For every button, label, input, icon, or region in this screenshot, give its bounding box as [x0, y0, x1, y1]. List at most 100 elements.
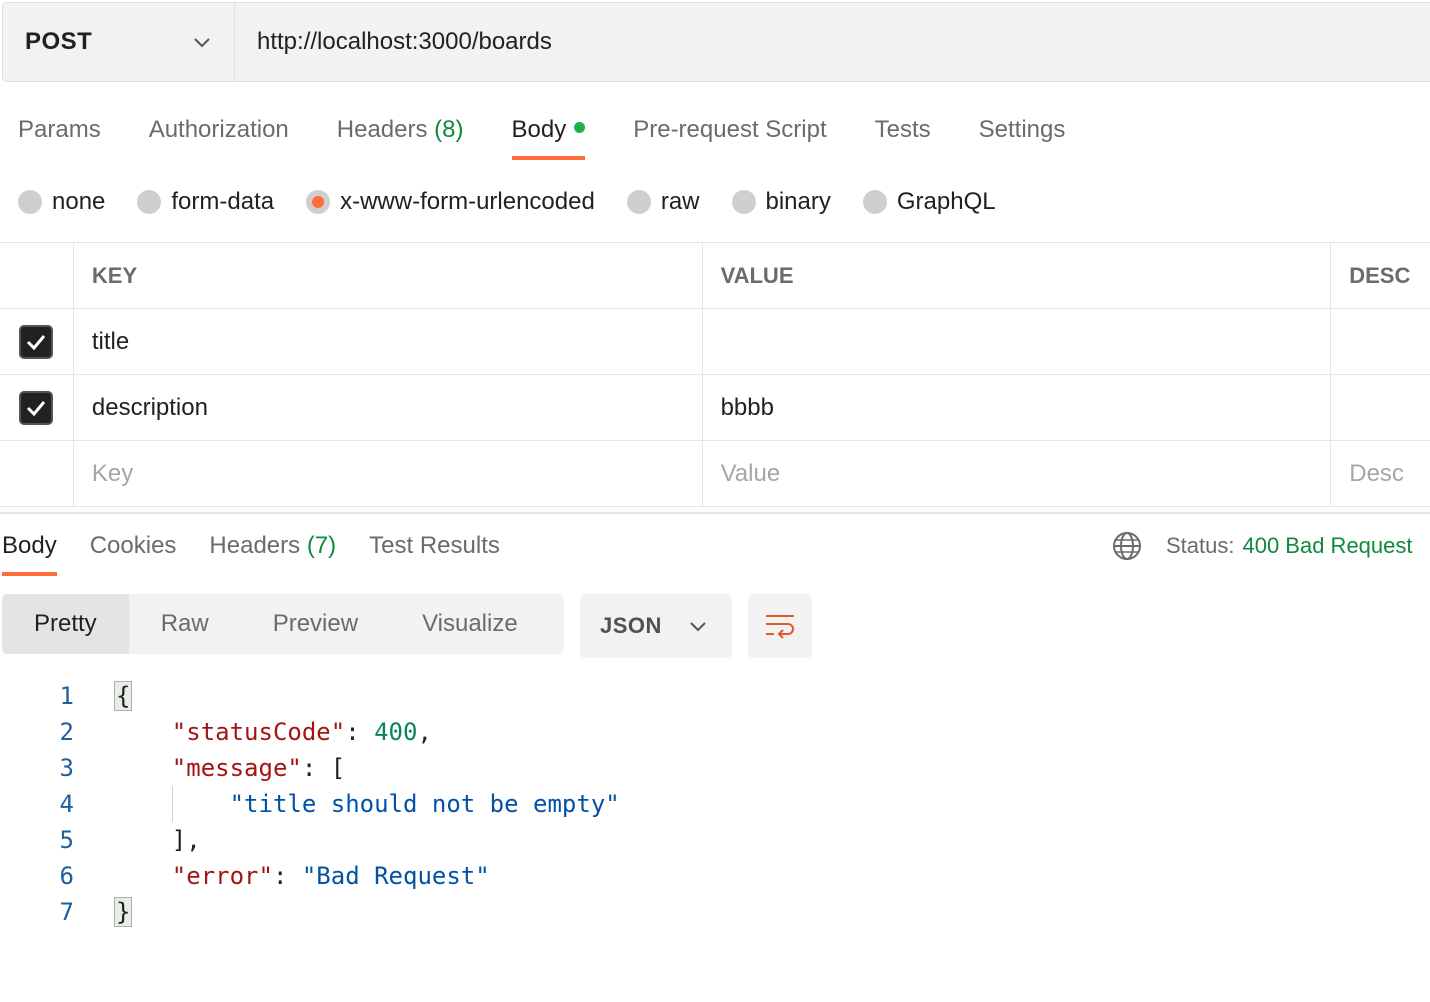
tab-label: Tests	[874, 116, 931, 143]
view-mode-group: Pretty Raw Preview Visualize	[2, 594, 564, 654]
tab-authorization[interactable]: Authorization	[149, 100, 289, 160]
response-code-view[interactable]: 1 { 2 "statusCode": 400, 3 "message": [ …	[0, 678, 620, 930]
line-number: 2	[59, 718, 74, 746]
radio-label: GraphQL	[896, 188, 996, 215]
open-brace: {	[114, 681, 133, 711]
json-key: "error"	[171, 862, 273, 890]
language-select[interactable]: JSON	[580, 594, 732, 658]
response-headers-count: (7)	[306, 532, 337, 559]
radio-circle	[626, 190, 651, 214]
tab-label: Headers	[336, 116, 428, 143]
radio-raw[interactable]: raw	[626, 188, 700, 216]
radio-x-www-form-urlencoded[interactable]: x-www-form-urlencoded	[306, 188, 595, 216]
json-number: 400	[374, 718, 418, 746]
value-placeholder[interactable]: Value	[703, 441, 1332, 506]
pretty-button[interactable]: Pretty	[2, 594, 129, 654]
radio-form-data[interactable]: form-data	[137, 188, 274, 216]
radio-label: none	[52, 188, 106, 215]
line-number: 4	[59, 790, 74, 818]
code-line: 2 "statusCode": 400,	[0, 714, 620, 750]
status-label: Status:	[1166, 533, 1235, 558]
globe-icon[interactable]	[1112, 531, 1142, 561]
table-row: title	[0, 309, 1430, 375]
code-line: 1 {	[0, 678, 620, 714]
tab-label: Cookies	[89, 532, 177, 559]
tab-headers[interactable]: Headers (8)	[337, 100, 464, 160]
wrap-lines-icon	[766, 615, 794, 639]
response-tab-body[interactable]: Body	[2, 516, 57, 576]
headers-count: (8)	[434, 116, 464, 143]
method-select[interactable]: POST	[3, 3, 235, 81]
row-checkbox[interactable]	[19, 390, 54, 425]
params-table: KEY VALUE DESC title description bbbb Ke…	[0, 242, 1430, 507]
radio-circle	[862, 190, 887, 214]
table-header-row: KEY VALUE DESC	[0, 243, 1430, 309]
code-text: "title should not be empty"	[74, 786, 620, 822]
response-tab-test-results[interactable]: Test Results	[369, 516, 500, 576]
value-cell[interactable]	[703, 309, 1332, 374]
tab-body[interactable]: Body	[511, 100, 586, 160]
radio-graphql[interactable]: GraphQL	[862, 188, 996, 216]
description-placeholder[interactable]: Desc	[1331, 441, 1430, 506]
radio-circle	[18, 190, 42, 214]
tab-settings[interactable]: Settings	[979, 100, 1066, 160]
url-input[interactable]	[235, 3, 1430, 81]
url-bar: POST	[2, 2, 1430, 82]
radio-none[interactable]: none	[18, 188, 105, 216]
radio-label: binary	[765, 188, 831, 215]
key-cell[interactable]: description	[74, 375, 703, 440]
header-value: VALUE	[703, 243, 1332, 308]
preview-button[interactable]: Preview	[241, 594, 390, 654]
description-cell[interactable]	[1331, 375, 1430, 440]
tab-label: Params	[18, 116, 101, 143]
response-tabs: Body Cookies Headers (7) Test Results	[2, 516, 533, 578]
header-key: KEY	[74, 243, 703, 308]
code-line: 3 "message": [	[0, 750, 620, 786]
code-text: "message": [	[171, 754, 346, 782]
raw-button[interactable]: Raw	[129, 594, 241, 654]
tab-pre-request-script[interactable]: Pre-request Script	[633, 100, 826, 160]
json-string: "Bad Request"	[301, 862, 490, 890]
value-cell[interactable]: bbbb	[703, 375, 1332, 440]
line-number: 5	[59, 826, 74, 854]
wrap-lines-button[interactable]	[748, 594, 812, 658]
body-type-selector: none form-data x-www-form-urlencoded raw…	[18, 182, 1028, 222]
row-check-cell	[0, 441, 74, 506]
tab-params[interactable]: Params	[18, 100, 101, 160]
close-brace: }	[114, 897, 133, 927]
json-string: "title should not be empty"	[229, 790, 620, 818]
tab-label: Test Results	[369, 532, 500, 559]
line-number: 6	[59, 862, 74, 890]
code-text: "statusCode": 400,	[171, 718, 432, 746]
response-tab-headers[interactable]: Headers (7)	[209, 516, 336, 576]
code-line: 7 }	[0, 894, 620, 930]
pane-divider[interactable]	[0, 512, 1430, 514]
tab-label: Settings	[978, 116, 1066, 143]
line-number: 3	[59, 754, 74, 782]
key-placeholder[interactable]: Key	[74, 441, 703, 506]
radio-binary[interactable]: binary	[731, 188, 831, 216]
response-tab-cookies[interactable]: Cookies	[90, 516, 177, 576]
radio-circle-selected	[306, 190, 331, 214]
tab-tests[interactable]: Tests	[875, 100, 931, 160]
row-checkbox[interactable]	[19, 324, 54, 359]
tab-label: Authorization	[148, 116, 289, 143]
row-check-cell	[0, 375, 74, 440]
response-status: Status: 400 Bad Request	[1112, 528, 1413, 564]
visualize-button[interactable]: Visualize	[390, 594, 550, 654]
description-cell[interactable]	[1331, 309, 1430, 374]
row-check-cell	[0, 309, 74, 374]
status-value[interactable]: 400 Bad Request	[1242, 533, 1412, 559]
table-row-new: Key Value Desc	[0, 441, 1430, 507]
radio-label: x-www-form-urlencoded	[340, 188, 595, 215]
tab-label: Body	[2, 532, 57, 559]
radio-circle	[731, 190, 756, 214]
language-label: JSON	[600, 613, 662, 638]
chevron-down-icon	[194, 38, 210, 48]
code-line: 4 "title should not be empty"	[0, 786, 620, 822]
tab-label: Pre-request Script	[633, 116, 827, 143]
request-tabs: Params Authorization Headers (8) Body Pr…	[18, 100, 1113, 162]
key-cell[interactable]: title	[74, 309, 703, 374]
chevron-down-icon	[690, 622, 706, 632]
code-text: }	[74, 894, 133, 930]
